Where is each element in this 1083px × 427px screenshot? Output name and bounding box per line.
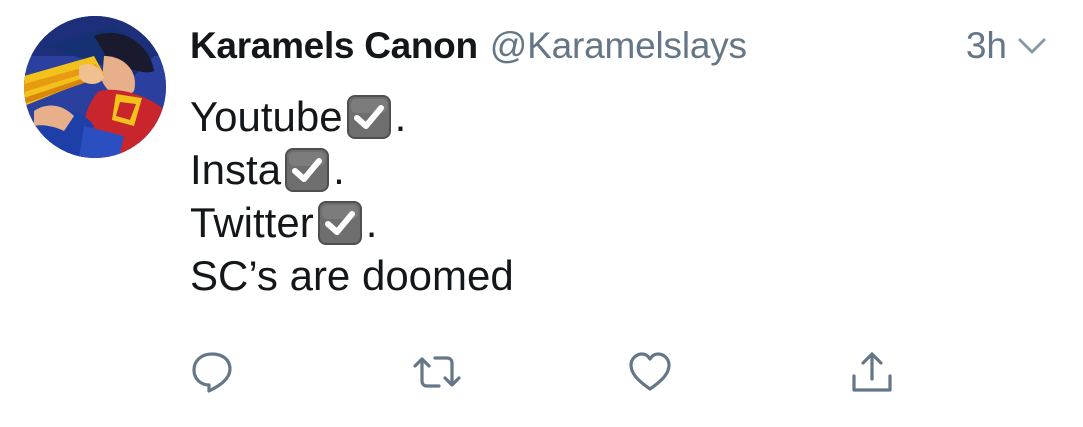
check-mark-button-icon [316, 199, 364, 247]
like-button[interactable] [624, 348, 676, 400]
retweet-icon [411, 349, 463, 400]
tweet-line: Insta . [190, 143, 514, 196]
heart-icon [627, 349, 673, 400]
tweet-line-text: Insta [190, 146, 282, 193]
tweet-line-text: SC’s are doomed [190, 252, 514, 299]
tweet-line-text: Twitter [190, 199, 314, 246]
tweet-line: SC’s are doomed [190, 249, 514, 302]
tweet-line: Twitter . [190, 196, 514, 249]
reply-icon [189, 349, 235, 400]
tweet-line-suffix: . [333, 146, 345, 193]
check-mark-button-icon [345, 93, 393, 141]
retweet-button[interactable] [411, 348, 463, 400]
tweet-line-suffix: . [365, 199, 378, 246]
tweet-line: Youtube . [190, 90, 514, 143]
reply-button[interactable] [186, 348, 238, 400]
tweet-actions [0, 348, 1083, 400]
tweet[interactable]: Karamels Canon @Karamelslays 3h Youtube … [0, 0, 1083, 427]
share-button[interactable] [846, 348, 898, 400]
avatar[interactable] [24, 16, 166, 158]
check-mark-button-icon [283, 146, 331, 194]
tweet-text: Youtube . Insta . Twitter . SC’s are doo… [190, 90, 514, 302]
user-handle[interactable]: @Karamelslays [490, 25, 747, 67]
timestamp[interactable]: 3h [966, 25, 1007, 67]
share-icon [849, 349, 895, 400]
display-name[interactable]: Karamels Canon [190, 25, 478, 67]
tweet-header: Karamels Canon @Karamelslays [190, 22, 1050, 70]
avatar-image [24, 16, 166, 158]
tweet-line-text: Youtube [190, 93, 343, 140]
tweet-line-suffix: . [394, 93, 407, 140]
tweet-meta: 3h [966, 22, 1047, 70]
chevron-down-icon[interactable] [1017, 36, 1047, 56]
